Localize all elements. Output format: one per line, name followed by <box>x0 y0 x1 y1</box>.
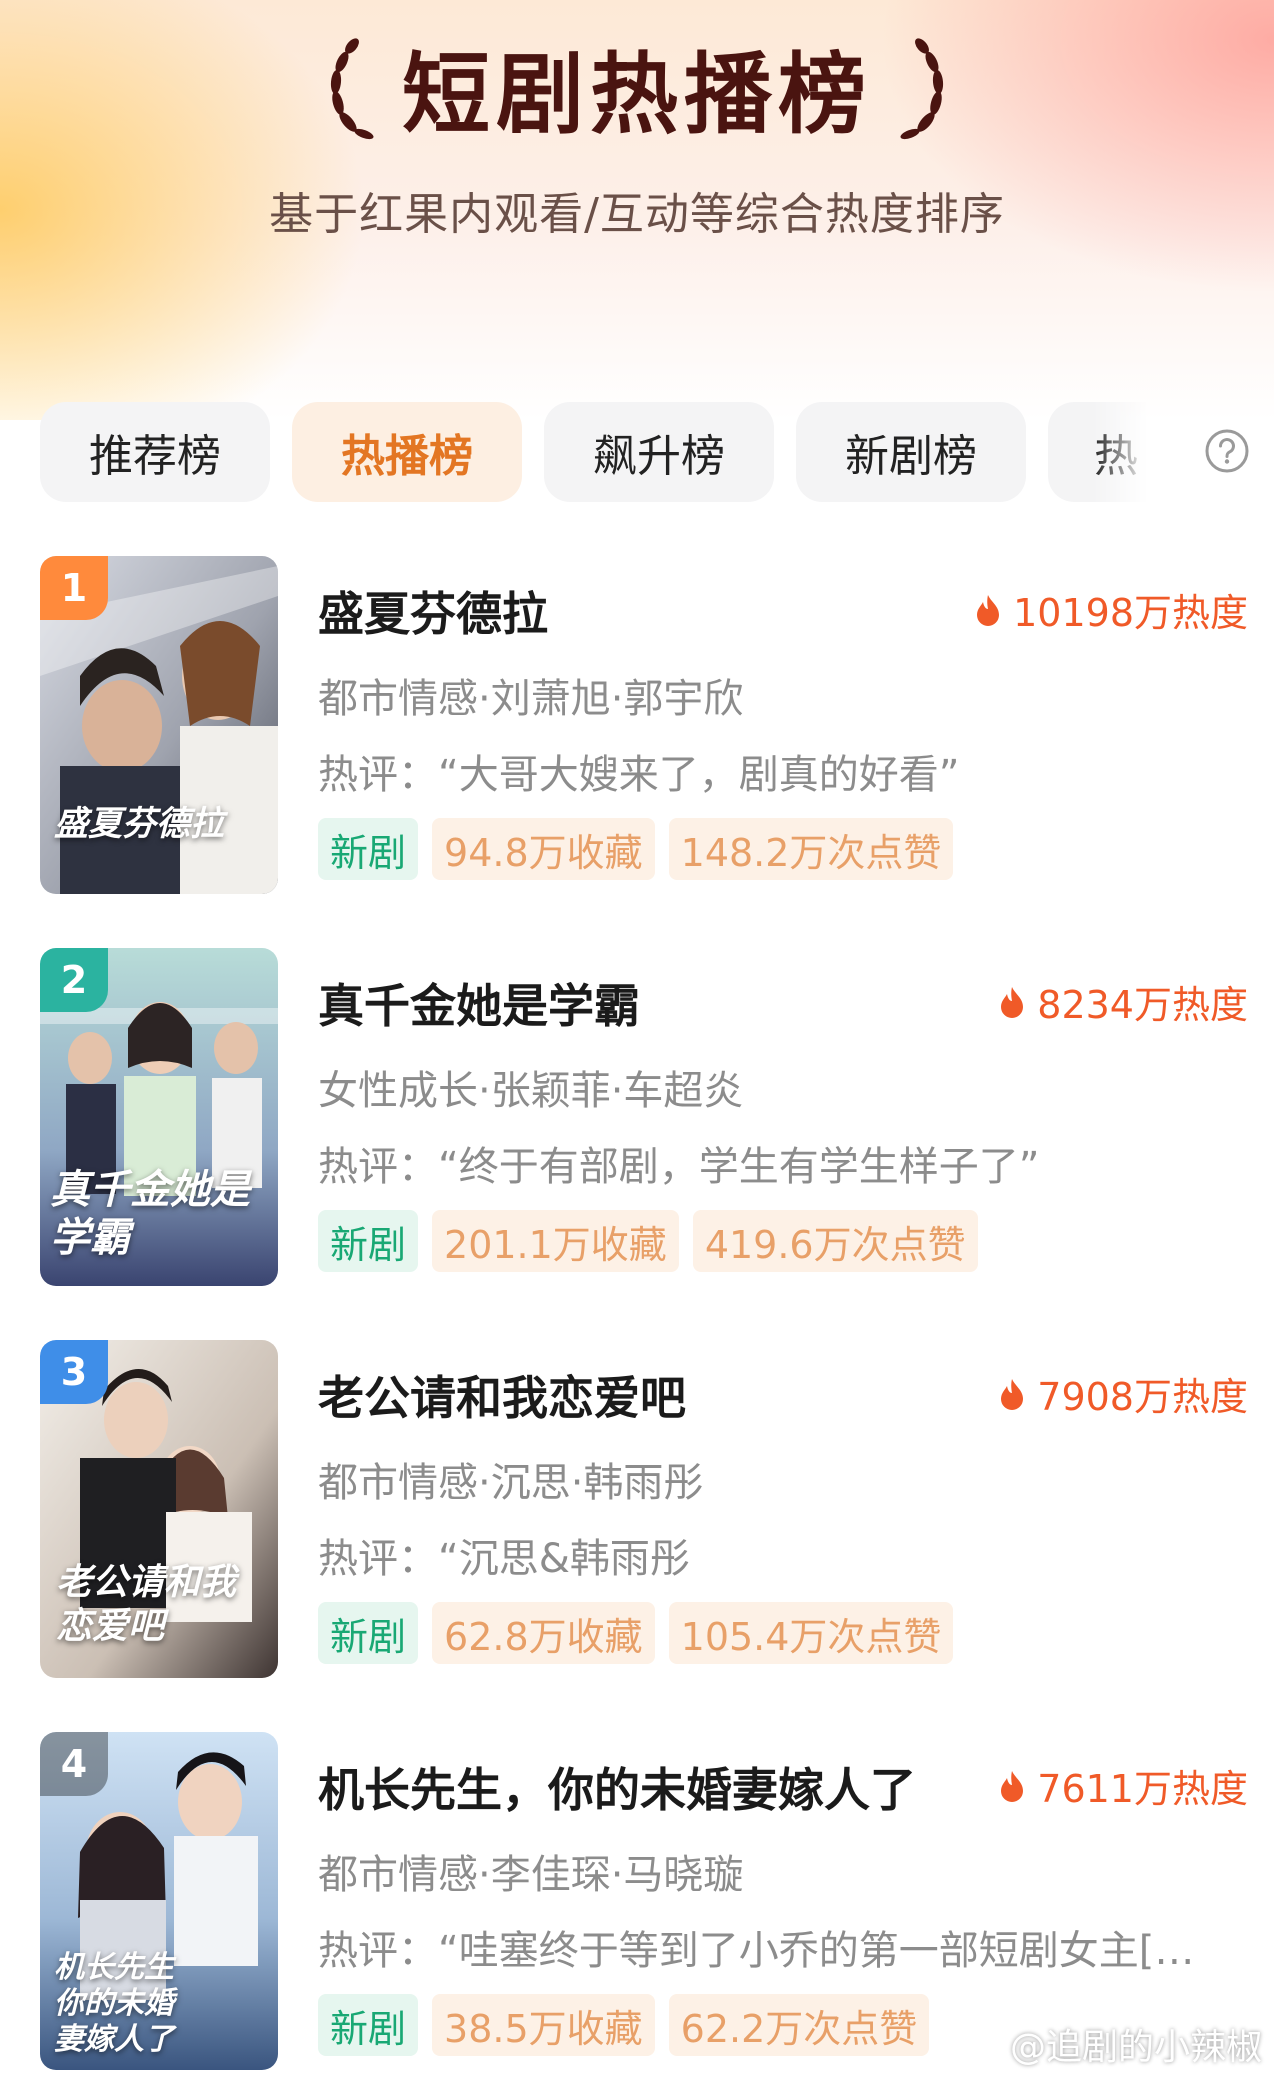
heat-score: 7611万热度 <box>999 1758 1248 1813</box>
flame-icon <box>1001 986 1024 1018</box>
rank-badge: 4 <box>40 1732 108 1796</box>
likes-count: 148.2万次点赞 <box>668 818 954 880</box>
new-drama-tag: 新剧 <box>318 1602 419 1664</box>
watermark-text: @追剧的小辣椒 <box>1009 2027 1262 2068</box>
flame-icon <box>1001 1378 1024 1410</box>
favorites-count: 62.8万收藏 <box>432 1602 655 1664</box>
likes-count: 419.6万次点赞 <box>692 1210 978 1272</box>
poster-title: 老公请和我恋爱吧 <box>56 1561 237 1647</box>
watermark: @追剧的小辣椒 <box>960 2018 1262 2070</box>
question-circle-icon[interactable] <box>1204 428 1250 474</box>
favorites-count: 38.5万收藏 <box>432 1994 655 2056</box>
poster-title: 盛夏芬德拉 <box>54 804 224 844</box>
page-header: 短剧热播榜 <box>0 22 1274 152</box>
laurel-right-icon <box>900 38 944 140</box>
drama-poster[interactable]: 1 盛夏芬德拉 <box>40 556 278 894</box>
drama-tags: 新剧 94.8万收藏 148.2万次点赞 <box>318 818 954 880</box>
rank-badge: 3 <box>40 1340 108 1404</box>
drama-title[interactable]: 机长先生，你的未婚妻嫁人了 <box>318 1754 916 1820</box>
drama-meta: 都市情感·沉思·韩雨彤 <box>318 1460 704 1506</box>
tab-new-drama[interactable]: 新剧榜 <box>796 402 1026 502</box>
heat-value: 7611万热度 <box>1037 1767 1248 1811</box>
flame-icon <box>977 594 1000 626</box>
ranking-tabs: 推荐榜 热播榜 飙升榜 新剧榜 热 <box>40 402 1249 502</box>
poster-title: 机长先生你的未婚妻嫁人了 <box>54 1950 174 2057</box>
hot-review: 热评：“沉思&韩雨彤 <box>318 1536 690 1582</box>
hot-review: 热评：“终于有部剧，学生有学生样子了” <box>318 1144 1040 1190</box>
rank-badge: 1 <box>40 556 108 620</box>
heat-value: 8234万热度 <box>1037 983 1248 1027</box>
page-title: 短剧热播榜 <box>401 42 872 146</box>
likes-count: 62.2万次点赞 <box>668 1994 930 2056</box>
laurel-left-icon <box>330 38 374 140</box>
hot-review: 热评：“大哥大嫂来了，剧真的好看” <box>318 752 960 798</box>
new-drama-tag: 新剧 <box>318 818 419 880</box>
tab-hot-play[interactable]: 热播榜 <box>292 402 522 502</box>
drama-tags: 新剧 62.8万收藏 105.4万次点赞 <box>318 1602 954 1664</box>
list-item[interactable]: 2 真千金她是学霸 真千金她是学霸 8234万热度 女性成长·张颖菲·车超炎 热… <box>0 948 1274 1288</box>
rank-badge: 2 <box>40 948 108 1012</box>
weibo-logo-icon <box>961 2028 1002 2061</box>
heat-score: 7908万热度 <box>999 1366 1248 1421</box>
drama-poster[interactable]: 2 真千金她是学霸 <box>40 948 278 1286</box>
drama-poster[interactable]: 4 机长先生你的未婚妻嫁人了 <box>40 1732 278 2070</box>
list-item[interactable]: 3 老公请和我恋爱吧 老公请和我恋爱吧 7908万热度 都市情感·沉思·韩雨彤 … <box>0 1340 1274 1680</box>
favorites-count: 94.8万收藏 <box>432 818 655 880</box>
new-drama-tag: 新剧 <box>318 1994 419 2056</box>
heat-score: 8234万热度 <box>999 974 1248 1029</box>
new-drama-tag: 新剧 <box>318 1210 419 1272</box>
tab-rising[interactable]: 飙升榜 <box>544 402 774 502</box>
heat-score: 10198万热度 <box>975 582 1248 637</box>
tab-recommend[interactable]: 推荐榜 <box>40 402 270 502</box>
list-item[interactable]: 1 盛夏芬德拉 盛夏芬德拉 10198万热度 都市情感·刘萧旭·郭宇欣 热评：“… <box>0 556 1274 896</box>
drama-meta: 都市情感·刘萧旭·郭宇欣 <box>318 676 744 722</box>
page-subtitle: 基于红果内观看/互动等综合热度排序 <box>269 189 1005 240</box>
heat-value: 10198万热度 <box>1013 591 1248 635</box>
favorites-count: 201.1万收藏 <box>432 1210 679 1272</box>
drama-poster[interactable]: 3 老公请和我恋爱吧 <box>40 1340 278 1678</box>
drama-title[interactable]: 真千金她是学霸 <box>318 970 640 1036</box>
drama-tags: 新剧 201.1万收藏 419.6万次点赞 <box>318 1210 978 1272</box>
poster-title: 真千金她是学霸 <box>50 1166 250 1261</box>
drama-meta: 女性成长·张颖菲·车超炎 <box>318 1068 744 1114</box>
heat-value: 7908万热度 <box>1037 1375 1248 1419</box>
hot-review: 热评：“哇塞终于等到了小乔的第一部短剧女主[舔… <box>318 1928 1228 1974</box>
tab-partial-hot[interactable]: 热 <box>1048 402 1148 502</box>
drama-title[interactable]: 盛夏芬德拉 <box>318 578 548 644</box>
drama-title[interactable]: 老公请和我恋爱吧 <box>318 1362 686 1428</box>
drama-meta: 都市情感·李佳琛·马晓璇 <box>318 1852 744 1898</box>
flame-icon <box>1001 1770 1024 1802</box>
likes-count: 105.4万次点赞 <box>668 1602 954 1664</box>
drama-tags: 新剧 38.5万收藏 62.2万次点赞 <box>318 1994 930 2056</box>
